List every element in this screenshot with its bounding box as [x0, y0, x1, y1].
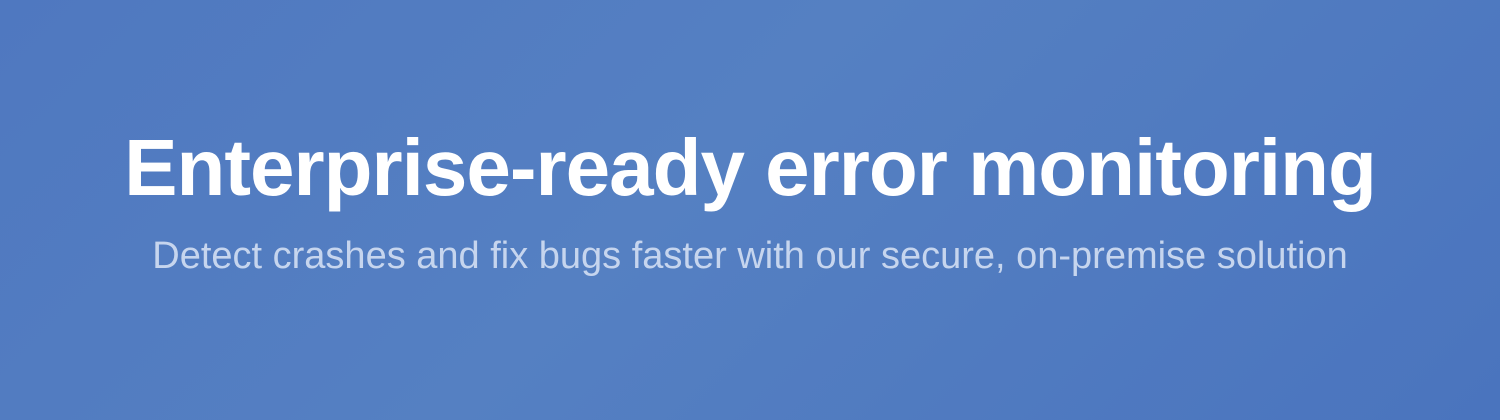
hero-banner: Enterprise-ready error monitoring Detect… — [0, 0, 1500, 420]
hero-content: Enterprise-ready error monitoring Detect… — [0, 118, 1500, 280]
hero-subtitle: Detect crashes and fix bugs faster with … — [152, 235, 1348, 277]
hero-title: Enterprise-ready error monitoring — [124, 123, 1377, 212]
